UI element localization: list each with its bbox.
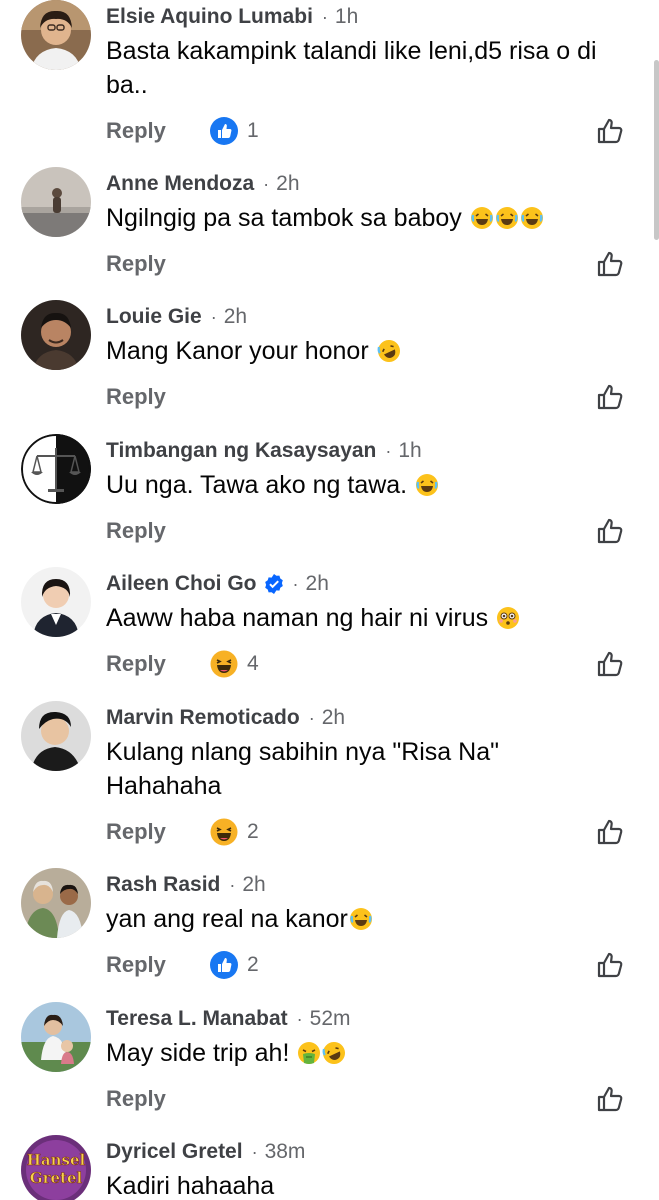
like-reaction-icon [210, 951, 238, 979]
separator-dot: · [229, 874, 236, 895]
verified-badge-icon [264, 574, 283, 594]
avatar[interactable] [21, 300, 91, 370]
comment-text: May side trip ah! [106, 1036, 636, 1070]
comment-time[interactable]: 2h [224, 305, 247, 329]
comment-item: Louie Gie · 2h Mang Kanor your honor Rep… [0, 300, 659, 430]
comment-author[interactable]: Aileen Choi Go [106, 572, 257, 596]
comment-text: Kadiri hahaaha [106, 1172, 275, 1200]
avatar[interactable] [21, 868, 91, 938]
avatar[interactable]: Hansel Gretel [21, 1135, 91, 1200]
joy-emoji-icon [495, 207, 518, 229]
separator-dot: · [292, 573, 299, 594]
thumbs-up-icon[interactable] [595, 249, 625, 279]
reply-button[interactable]: Reply [106, 251, 210, 277]
thumbs-up-icon[interactable] [595, 1084, 625, 1114]
reaction-summary[interactable]: 2 [210, 818, 259, 846]
comment-item: Rash Rasid · 2h yan ang real na kanor Re… [0, 868, 659, 998]
comment-time[interactable]: 2h [306, 572, 329, 596]
separator-dot: · [251, 1141, 258, 1162]
comment-author[interactable]: Elsie Aquino Lumabi [106, 5, 313, 29]
reply-button[interactable]: Reply [106, 819, 210, 845]
reply-button[interactable]: Reply [106, 384, 210, 410]
comment-author[interactable]: Anne Mendoza [106, 172, 254, 196]
separator-dot: · [210, 306, 217, 327]
rofl-emoji-icon [377, 340, 400, 362]
avatar[interactable] [21, 0, 91, 70]
comment-item: Teresa L. Manabat · 52m May side trip ah… [0, 1002, 659, 1132]
comment-text: Kulang nlang sabihin nya "Risa Na" Hahah… [106, 738, 499, 800]
reaction-count: 2 [247, 820, 259, 843]
joy-emoji-icon [470, 207, 493, 229]
comment-item: Hansel Gretel Dyricel Gretel · 38m Kadiri… [0, 1135, 659, 1200]
comment-item: Marvin Remoticado · 2h Kulang nlang sabi… [0, 701, 659, 865]
separator-dot: · [308, 707, 315, 728]
comment-item: Anne Mendoza · 2h Ngilngig pa sa tambok … [0, 167, 659, 297]
reply-button[interactable]: Reply [106, 118, 210, 144]
comment-time[interactable]: 1h [335, 5, 358, 29]
thumbs-up-icon[interactable] [595, 950, 625, 980]
joy-emoji-icon [520, 207, 543, 229]
comment-text: yan ang real na kanor [106, 902, 636, 936]
rofl-emoji-icon [322, 1042, 346, 1064]
separator-dot: · [385, 440, 392, 461]
comment-text: Ngilngig pa sa tambok sa baboy [106, 201, 636, 235]
avatar[interactable] [21, 1002, 91, 1072]
separator-dot: · [296, 1008, 303, 1029]
reply-button[interactable]: Reply [106, 1086, 210, 1112]
vomit-emoji-icon [298, 1042, 321, 1064]
thumbs-up-icon[interactable] [595, 116, 625, 146]
reply-button[interactable]: Reply [106, 651, 210, 677]
haha-reaction-icon [210, 650, 238, 678]
reaction-count: 1 [247, 119, 259, 142]
reply-button[interactable]: Reply [106, 518, 210, 544]
comment-text: Basta kakampink talandi like leni,d5 ris… [106, 37, 597, 99]
comment-time[interactable]: 2h [276, 172, 299, 196]
comment-author[interactable]: Timbangan ng Kasaysayan [106, 439, 376, 463]
comment-time[interactable]: 2h [322, 706, 345, 730]
comment-author[interactable]: Dyricel Gretel [106, 1140, 243, 1164]
avatar[interactable] [21, 701, 91, 771]
comment-time[interactable]: 38m [265, 1140, 306, 1164]
comment-time[interactable]: 52m [310, 1007, 351, 1031]
comment-author[interactable]: Louie Gie [106, 305, 202, 329]
comment-text: Mang Kanor your honor [106, 334, 636, 368]
thumbs-up-icon[interactable] [595, 382, 625, 412]
reaction-summary[interactable]: 2 [210, 951, 259, 979]
thumbs-up-icon[interactable] [595, 817, 625, 847]
comment-author[interactable]: Teresa L. Manabat [106, 1007, 288, 1031]
comment-item: Aileen Choi Go · 2h Aaww haba naman ng h… [0, 567, 659, 697]
comment-author[interactable]: Marvin Remoticado [106, 706, 300, 730]
thumbs-up-icon[interactable] [595, 516, 625, 546]
thumbs-up-icon[interactable] [595, 649, 625, 679]
comment-text: Aaww haba naman ng hair ni virus [106, 601, 636, 635]
avatar[interactable] [21, 434, 91, 504]
reply-button[interactable]: Reply [106, 952, 210, 978]
comment-text: Uu nga. Tawa ako ng tawa. [106, 468, 636, 502]
joy-emoji-icon [349, 908, 372, 930]
haha-reaction-icon [210, 818, 238, 846]
comment-time[interactable]: 2h [242, 873, 265, 897]
avatar[interactable] [21, 567, 91, 637]
reaction-summary[interactable]: 4 [210, 650, 259, 678]
svg-text:Gretel: Gretel [30, 1169, 83, 1187]
comment-item: Elsie Aquino Lumabi · 1h Basta kakampink… [0, 0, 659, 160]
svg-text:Hansel: Hansel [27, 1151, 86, 1169]
comment-item: Timbangan ng Kasaysayan · 1h Uu nga. Taw… [0, 434, 659, 564]
reaction-count: 2 [247, 953, 259, 976]
reaction-summary[interactable]: 1 [210, 117, 259, 145]
separator-dot: · [321, 6, 328, 27]
reaction-count: 4 [247, 652, 259, 675]
joy-emoji-icon [416, 474, 439, 496]
separator-dot: · [263, 173, 270, 194]
avatar[interactable] [21, 167, 91, 237]
like-reaction-icon [210, 117, 238, 145]
comment-author[interactable]: Rash Rasid [106, 873, 220, 897]
flushed-emoji-icon [497, 607, 520, 629]
comment-time[interactable]: 1h [398, 439, 421, 463]
